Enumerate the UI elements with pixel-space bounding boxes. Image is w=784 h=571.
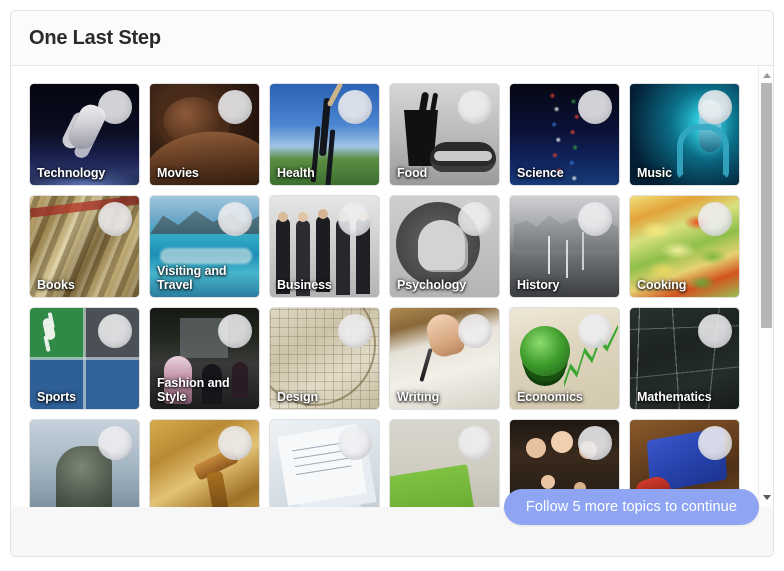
follow-toggle-circle-icon[interactable] (578, 426, 612, 460)
scroll-up-arrow-icon[interactable] (759, 68, 773, 83)
follow-toggle-circle-icon[interactable] (218, 202, 252, 236)
topic-tile[interactable]: Writing (389, 307, 500, 410)
page-root: One Last Step Technology Movies Health Food… (0, 0, 784, 571)
topics-scrollbar[interactable] (758, 66, 773, 507)
topic-label: Movies (157, 166, 199, 180)
topic-label: Mathematics (637, 390, 712, 404)
follow-toggle-circle-icon[interactable] (218, 90, 252, 124)
follow-toggle-circle-icon[interactable] (578, 314, 612, 348)
follow-toggle-circle-icon[interactable] (698, 202, 732, 236)
follow-toggle-circle-icon[interactable] (98, 202, 132, 236)
topic-label: Technology (37, 166, 106, 180)
follow-toggle-circle-icon[interactable] (98, 90, 132, 124)
scroll-down-arrow-icon[interactable] (759, 490, 773, 505)
topic-tile[interactable]: Books (29, 195, 140, 298)
topic-tile[interactable] (149, 419, 260, 507)
topic-label: Health (277, 166, 315, 180)
topic-tile[interactable]: Sports (29, 307, 140, 410)
follow-toggle-circle-icon[interactable] (338, 90, 372, 124)
topic-tile[interactable]: Psychology (389, 195, 500, 298)
scrollbar-thumb[interactable] (761, 83, 772, 328)
follow-toggle-circle-icon[interactable] (458, 90, 492, 124)
topic-label: Psychology (397, 278, 467, 292)
topics-panel: Technology Movies Health Food Science Music Bo… (11, 66, 773, 507)
topic-label: Science (517, 166, 564, 180)
topic-label: Writing (397, 390, 440, 404)
topic-tile[interactable]: Business (269, 195, 380, 298)
topic-label: Cooking (637, 278, 687, 292)
topic-label: Economics (517, 390, 583, 404)
topics-scroll-viewport[interactable]: Technology Movies Health Food Science Music Bo… (11, 66, 758, 507)
follow-toggle-circle-icon[interactable] (338, 426, 372, 460)
topic-tile[interactable]: Science (509, 83, 620, 186)
topic-label: Food (397, 166, 428, 180)
topic-tile[interactable]: Music (629, 83, 740, 186)
follow-toggle-circle-icon[interactable] (698, 426, 732, 460)
topic-label: Business (277, 278, 332, 292)
follow-toggle-circle-icon[interactable] (458, 202, 492, 236)
topic-tile[interactable]: Fashion and Style (149, 307, 260, 410)
follow-toggle-circle-icon[interactable] (98, 426, 132, 460)
onboarding-card: One Last Step Technology Movies Health Food… (10, 10, 774, 557)
topic-tile[interactable]: Cooking (629, 195, 740, 298)
topic-tile[interactable] (389, 419, 500, 507)
follow-toggle-circle-icon[interactable] (458, 314, 492, 348)
follow-toggle-circle-icon[interactable] (578, 90, 612, 124)
follow-toggle-circle-icon[interactable] (218, 426, 252, 460)
topic-label: Books (37, 278, 75, 292)
topic-tile[interactable]: History (509, 195, 620, 298)
card-footer: Follow 5 more topics to continue (11, 489, 773, 556)
topic-label: Visiting and Travel (157, 264, 227, 292)
follow-toggle-circle-icon[interactable] (218, 314, 252, 348)
follow-toggle-circle-icon[interactable] (698, 90, 732, 124)
topics-grid: Technology Movies Health Food Science Music Bo… (11, 66, 758, 507)
topic-tile[interactable]: Mathematics (629, 307, 740, 410)
topic-tile[interactable] (269, 419, 380, 507)
topic-tile[interactable]: Food (389, 83, 500, 186)
page-title: One Last Step (29, 26, 161, 49)
follow-toggle-circle-icon[interactable] (338, 314, 372, 348)
topic-tile[interactable]: Technology (29, 83, 140, 186)
scrollbar-track[interactable] (760, 83, 773, 490)
follow-toggle-circle-icon[interactable] (98, 314, 132, 348)
topic-tile[interactable]: Health (269, 83, 380, 186)
topic-label: Fashion and Style (157, 376, 230, 404)
follow-more-topics-button[interactable]: Follow 5 more topics to continue (503, 489, 759, 525)
card-header: One Last Step (11, 11, 773, 66)
follow-toggle-circle-icon[interactable] (338, 202, 372, 236)
topic-tile[interactable] (29, 419, 140, 507)
topic-tile[interactable]: Economics (509, 307, 620, 410)
follow-toggle-circle-icon[interactable] (578, 202, 612, 236)
follow-toggle-circle-icon[interactable] (698, 314, 732, 348)
follow-toggle-circle-icon[interactable] (458, 426, 492, 460)
topic-tile[interactable]: Visiting and Travel (149, 195, 260, 298)
topic-label: Music (637, 166, 672, 180)
topic-label: History (517, 278, 560, 292)
topic-tile[interactable]: Design (269, 307, 380, 410)
topic-label: Design (277, 390, 319, 404)
topic-tile[interactable]: Movies (149, 83, 260, 186)
topic-label: Sports (37, 390, 76, 404)
